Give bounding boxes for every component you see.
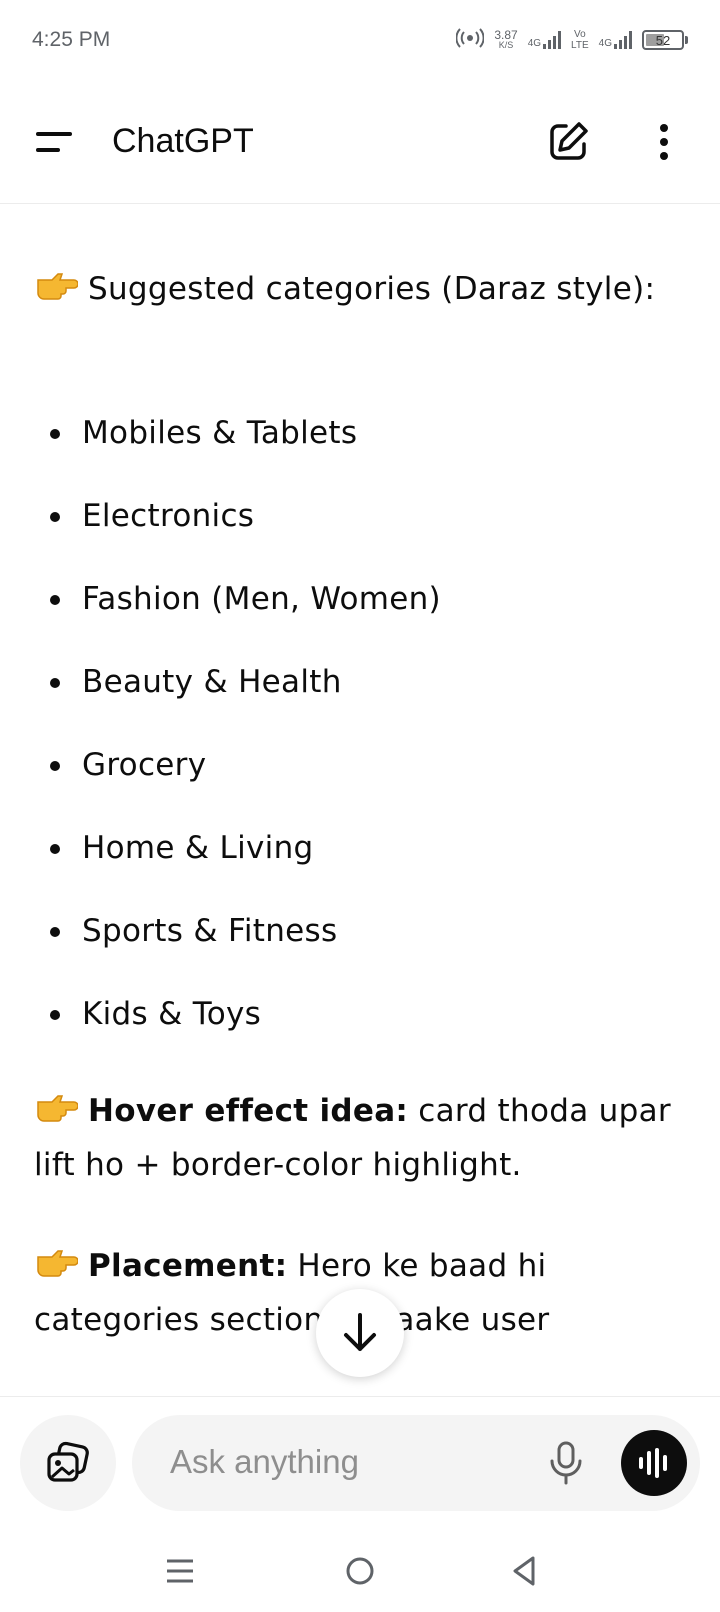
message-content: Suggested categories (Daraz style): Mobi… bbox=[0, 204, 720, 1396]
volte-label: Vo LTE bbox=[571, 29, 589, 51]
network-type-2: 4G bbox=[598, 38, 612, 49]
attach-image-button[interactable] bbox=[20, 1415, 116, 1511]
signal-1: 4G bbox=[527, 31, 562, 49]
signal-bars-2-icon bbox=[614, 31, 632, 49]
voice-mode-icon bbox=[639, 1448, 667, 1478]
placement-label: Placement: bbox=[88, 1248, 288, 1284]
list-item: Kids & Toys bbox=[34, 987, 684, 1070]
intro-paragraph: Suggested categories (Daraz style): bbox=[34, 262, 690, 316]
status-bar: 4:25 PM 3.87 K/S 4G Vo LTE 4G 52 bbox=[0, 0, 720, 80]
app-title: ChatGPT bbox=[112, 122, 254, 160]
list-item: Beauty & Health bbox=[34, 655, 684, 738]
app-header: ChatGPT bbox=[0, 80, 720, 204]
list-item: Mobiles & Tablets bbox=[34, 406, 684, 489]
composer: Ask anything bbox=[0, 1396, 720, 1516]
hover-label: Hover effect idea: bbox=[88, 1093, 409, 1129]
net-speed-value: 3.87 bbox=[494, 28, 518, 42]
new-chat-icon bbox=[550, 122, 588, 160]
pointing-right-emoji-icon bbox=[37, 1095, 78, 1122]
back-button[interactable] bbox=[494, 1546, 554, 1596]
recents-icon bbox=[167, 1559, 193, 1583]
microphone-icon bbox=[550, 1441, 582, 1485]
more-options-button[interactable] bbox=[644, 120, 684, 164]
signal-2: 4G bbox=[599, 31, 632, 49]
microphone-button[interactable] bbox=[544, 1439, 588, 1487]
scroll-to-bottom-button[interactable] bbox=[316, 1289, 404, 1377]
list-item: Fashion (Men, Women) bbox=[34, 572, 684, 655]
home-icon bbox=[346, 1557, 374, 1585]
recents-button[interactable] bbox=[150, 1546, 210, 1596]
intro-text: Suggested categories (Daraz style): bbox=[88, 271, 656, 307]
new-chat-button[interactable] bbox=[544, 118, 592, 166]
voice-mode-button[interactable] bbox=[621, 1430, 687, 1496]
hotspot-icon bbox=[455, 27, 485, 54]
hover-paragraph: Hover effect idea: card thoda upar lift … bbox=[34, 1084, 690, 1192]
input-placeholder: Ask anything bbox=[170, 1443, 359, 1480]
attach-image-icon bbox=[47, 1441, 89, 1482]
status-time: 4:25 PM bbox=[32, 28, 111, 51]
list-item: Sports & Fitness bbox=[34, 904, 684, 987]
menu-button[interactable] bbox=[30, 124, 76, 160]
screen: 4:25 PM 3.87 K/S 4G Vo LTE 4G 52 ChatGPT… bbox=[0, 0, 720, 1612]
battery-level: 52 bbox=[655, 32, 671, 48]
back-icon bbox=[513, 1556, 535, 1586]
menu-icon bbox=[36, 132, 72, 136]
net-speed: 3.87 K/S bbox=[494, 28, 518, 50]
pointing-right-emoji-icon bbox=[37, 273, 78, 300]
network-type-1: 4G bbox=[527, 38, 542, 49]
arrow-down-icon bbox=[344, 1313, 376, 1351]
system-nav-bar bbox=[0, 1516, 720, 1612]
list-item: Home & Living bbox=[34, 821, 684, 904]
net-speed-unit: K/S bbox=[498, 40, 514, 50]
pointing-right-emoji-icon bbox=[37, 1250, 78, 1277]
home-button[interactable] bbox=[330, 1546, 390, 1596]
list-item: Electronics bbox=[34, 489, 684, 572]
more-vertical-icon bbox=[660, 124, 668, 132]
list-item: Grocery bbox=[34, 738, 684, 821]
message-input[interactable]: Ask anything bbox=[132, 1415, 700, 1511]
battery-icon: 52 bbox=[642, 30, 688, 50]
signal-bars-1-icon bbox=[543, 31, 562, 49]
status-icons: 3.87 K/S 4G Vo LTE 4G 52 bbox=[455, 27, 688, 54]
category-list: Mobiles & Tablets Electronics Fashion (M… bbox=[34, 406, 684, 1070]
